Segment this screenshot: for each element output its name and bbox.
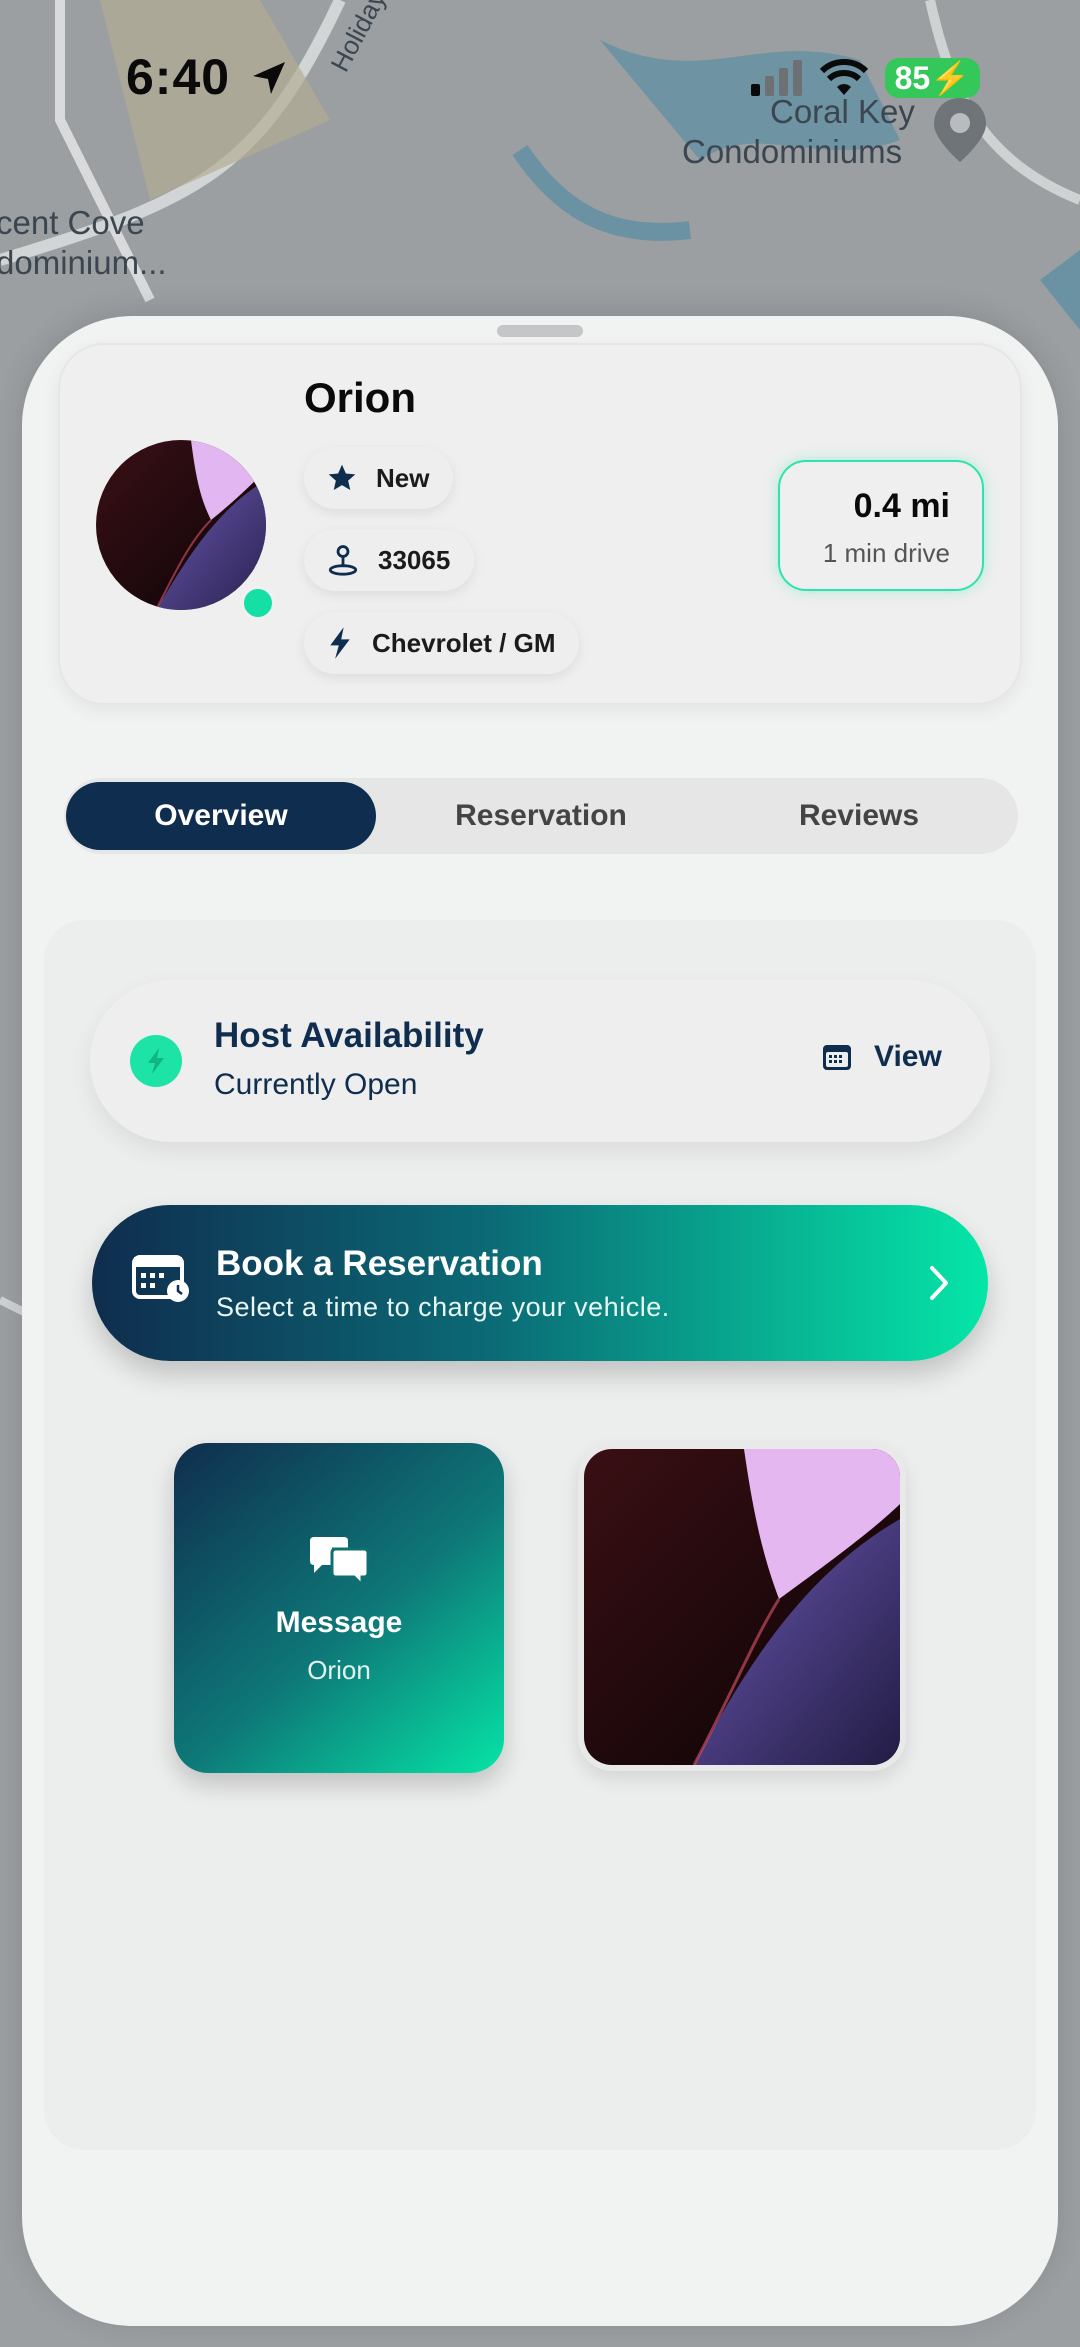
view-availability-button[interactable]: View [822,1040,942,1074]
host-name: Orion [304,374,416,421]
online-status-dot [241,586,275,620]
drive-time: 1 min drive [822,538,950,568]
battery-indicator: 85⚡ [884,58,980,98]
distance-badge: 0.4 mi 1 min drive [778,460,984,591]
calendar-icon [823,1045,851,1070]
zip-chip: 33065 [304,529,475,591]
map-label-cove: cent Cove [0,204,145,241]
charging-bolt-icon: ⚡ [930,60,970,96]
host-avatar[interactable] [96,440,266,610]
status-indicators: 85⚡ [749,58,980,98]
sheet-drag-handle[interactable] [497,325,583,337]
wifi-icon [819,59,868,95]
rating-chip-label: New [376,462,430,493]
message-host-tile[interactable]: Message Orion [174,1443,504,1773]
zip-chip-label: 33065 [378,544,451,575]
book-title: Book a Reservation [216,1244,543,1283]
availability-bolt-icon [130,1035,182,1087]
location-arrow-icon [252,62,285,94]
tab-overview[interactable]: Overview [66,782,376,850]
status-time: 6:40 [126,48,289,106]
book-subtitle: Select a time to charge your vehicle. [216,1292,670,1322]
star-icon [328,464,356,490]
host-photo-image [584,1449,900,1765]
message-tile-subtitle: Orion [307,1655,371,1685]
host-photo [584,1449,900,1765]
availability-status: Currently Open [214,1068,418,1101]
segmented-tabs: Overview Reservation Reviews [64,778,1018,854]
host-photo-tile[interactable] [578,1443,906,1771]
location-pin-icon [328,545,358,576]
cellular-signal-icon [750,60,802,96]
message-tile-title: Message [275,1606,403,1639]
network-chip: Chevrolet / GM [304,612,580,674]
distance-value: 0.4 mi [853,487,950,525]
lightning-icon [330,627,350,659]
map-label-condominiums: Condominiums [682,133,903,170]
rating-chip: New [304,447,454,509]
tab-reviews[interactable]: Reviews [704,782,1014,850]
battery-level: 85 [894,60,931,96]
view-button-label: View [874,1040,942,1073]
map-pin-icon[interactable] [930,96,990,166]
map-label-coral-key: Coral Key [770,93,915,130]
chat-bubbles-icon [310,1537,370,1589]
availability-lightning-glyph [148,1048,164,1074]
status-time-text: 6:40 [126,49,231,105]
tab-reservation[interactable]: Reservation [386,782,696,850]
chevron-right-icon [930,1266,948,1300]
map-label-dominium: dominium... [0,244,167,281]
avatar-image [96,440,266,610]
availability-title: Host Availability [214,1016,484,1055]
network-chip-label: Chevrolet / GM [372,627,556,658]
calendar-clock-icon [132,1255,189,1302]
